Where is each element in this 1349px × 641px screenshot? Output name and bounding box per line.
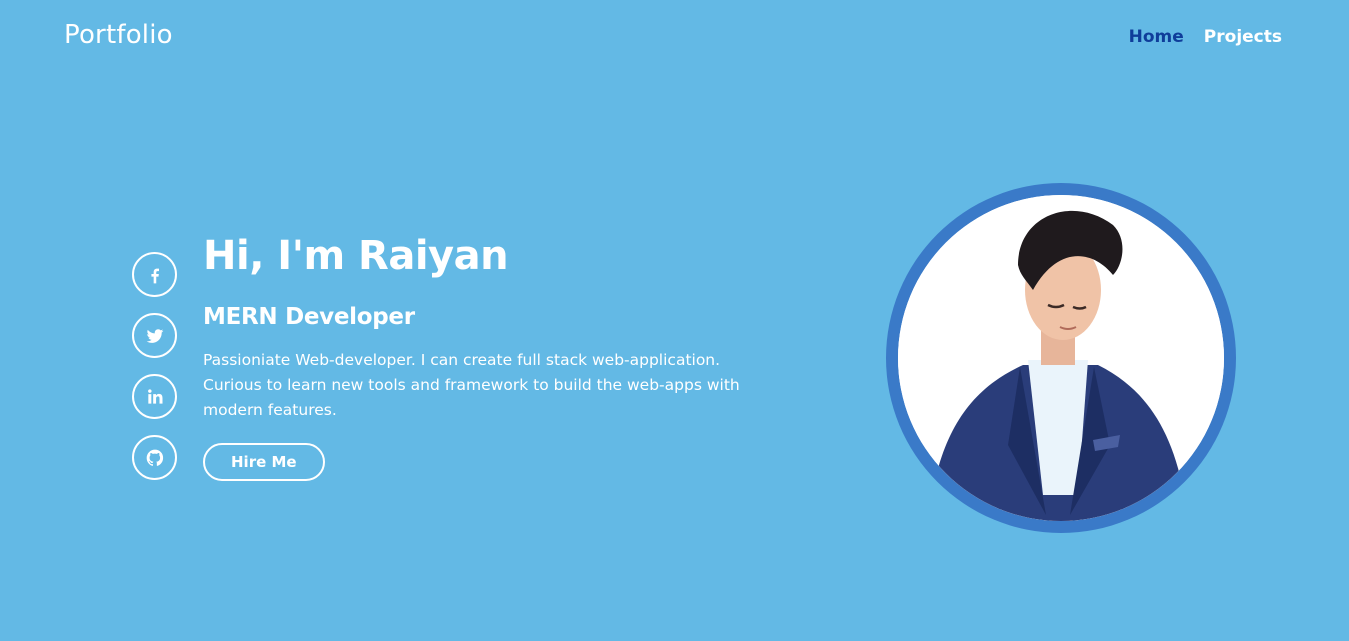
github-link[interactable]	[132, 435, 177, 480]
facebook-icon	[150, 268, 159, 283]
nav-projects-link[interactable]: Projects	[1204, 27, 1282, 47]
page: Portfolio Home Projects Hi, I'm Raiyan M…	[0, 0, 1349, 641]
main-nav: Home Projects	[1129, 27, 1282, 47]
linkedin-link[interactable]	[132, 374, 177, 419]
nav-home-link[interactable]: Home	[1129, 27, 1184, 47]
hire-me-button[interactable]: Hire Me	[203, 443, 325, 481]
hero-intro: Hi, I'm Raiyan MERN Developer Passioniat…	[203, 230, 783, 481]
hero-greeting: Hi, I'm Raiyan	[203, 233, 509, 279]
profile-portrait-image	[898, 195, 1224, 521]
profile-photo	[898, 195, 1224, 521]
hero-description: Passioniate Web-developer. I can create …	[203, 351, 740, 419]
social-links	[132, 252, 177, 480]
facebook-link[interactable]	[132, 252, 177, 297]
profile-photo-frame	[886, 183, 1236, 533]
hero-role: MERN Developer	[203, 304, 415, 330]
twitter-link[interactable]	[132, 313, 177, 358]
github-icon	[146, 449, 163, 466]
twitter-icon	[146, 328, 163, 343]
linkedin-icon	[147, 388, 162, 404]
site-logo[interactable]: Portfolio	[64, 20, 173, 50]
